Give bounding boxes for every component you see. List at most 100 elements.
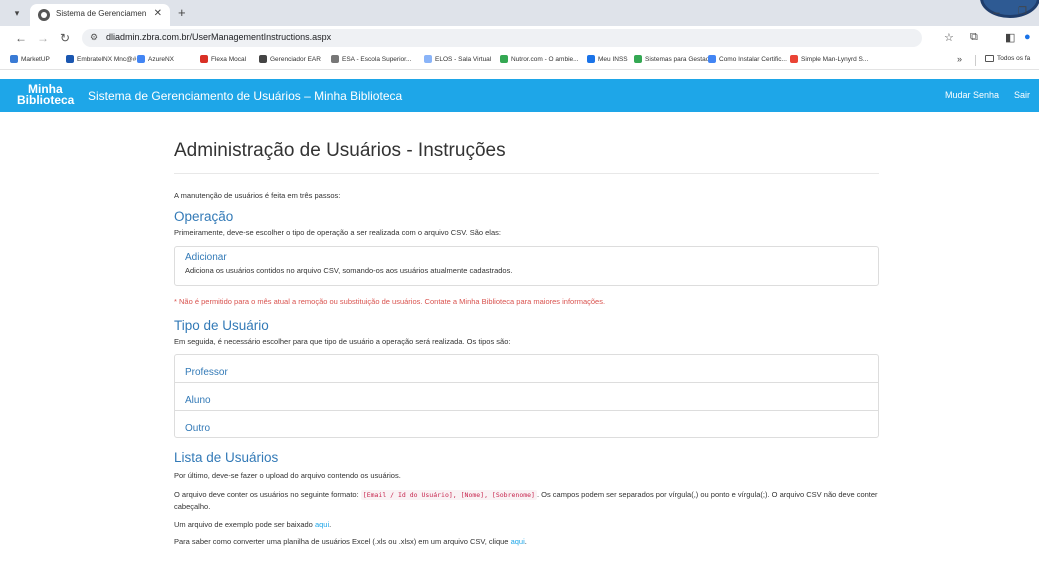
close-tab-icon[interactable]: ✕ xyxy=(154,8,162,19)
bookmark-item[interactable]: MarketUP xyxy=(10,55,50,63)
bookmark-favicon-icon xyxy=(790,55,798,63)
bookmark-label: Simple Man-Lynyrd S... xyxy=(801,55,869,63)
user-type-item-aluno[interactable]: Aluno xyxy=(175,382,878,410)
minha-biblioteca-logo[interactable]: Minha Biblioteca xyxy=(17,83,75,107)
bookmark-star-icon[interactable]: ☆ xyxy=(944,31,954,44)
restore-window-icon[interactable]: ❐ xyxy=(1018,6,1027,17)
address-bar[interactable]: ⚙ dliadmin.zbra.com.br/UserManagementIns… xyxy=(82,29,922,47)
browser-toolbar: ← → ↻ ⚙ dliadmin.zbra.com.br/UserManagem… xyxy=(0,26,1039,50)
bookmark-favicon-icon xyxy=(587,55,595,63)
app-title: Sistema de Gerenciamento de Usuários – M… xyxy=(88,89,403,103)
bookmark-label: ESA - Escola Superior... xyxy=(342,55,412,63)
convert-excel-link[interactable]: aqui xyxy=(511,537,525,546)
bookmark-favicon-icon xyxy=(500,55,508,63)
user-type-item-professor[interactable]: Professor xyxy=(175,355,878,382)
bookmark-item[interactable]: Sistemas para Gestao... xyxy=(634,55,715,63)
bookmark-label: EmbratelNX Mnc@# xyxy=(77,55,137,63)
bookmark-label: ELOS - Sala Virtual xyxy=(435,55,492,63)
logout-link[interactable]: Sair xyxy=(1014,90,1030,100)
example-text-before: Um arquivo de exemplo pode ser baixado xyxy=(174,520,313,529)
bookmark-favicon-icon xyxy=(10,55,18,63)
site-favicon-icon xyxy=(38,9,50,21)
new-tab-icon[interactable]: + xyxy=(178,5,186,20)
bookmark-item[interactable]: Como Instalar Certific... xyxy=(708,55,787,63)
minimize-window-icon[interactable]: – xyxy=(993,5,1000,19)
bookmark-item[interactable]: EmbratelNX Mnc@# xyxy=(66,55,136,63)
url-text[interactable]: dliadmin.zbra.com.br/UserManagementInstr… xyxy=(106,32,331,42)
bookmark-label: AzureNX xyxy=(148,55,175,63)
operation-heading: Operação xyxy=(174,209,234,224)
bookmarks-bar: MarketUP EmbratelNX Mnc@# AzureNX Flexa Moc… xyxy=(0,50,1039,70)
user-type-list: Professor Aluno Outro xyxy=(174,354,879,438)
emblem-logo-icon xyxy=(980,0,1039,18)
intro-text: A manutenção de usuários é feita em três… xyxy=(174,191,341,200)
bookmark-label: Sistemas para Gestao... xyxy=(645,55,715,63)
folder-icon xyxy=(985,55,994,62)
bookmark-item[interactable]: Flexa Mocal xyxy=(200,55,246,63)
bookmark-favicon-icon xyxy=(331,55,339,63)
bookmark-label: MarketUP xyxy=(21,55,50,63)
user-type-label: Professor xyxy=(185,367,228,378)
main-content: Administração de Usuários - Instruções A… xyxy=(174,140,879,547)
bookmark-favicon-icon xyxy=(200,55,208,63)
convert-excel-text: Para saber como converter uma planilha d… xyxy=(174,536,879,547)
user-type-label: Outro xyxy=(185,423,211,434)
operation-item-title: Adicionar xyxy=(185,252,227,263)
folder-label: Todos os fa xyxy=(997,55,1031,62)
change-password-link[interactable]: Mudar Senha xyxy=(945,90,999,100)
side-panel-icon[interactable]: ◧ xyxy=(1005,31,1015,44)
bookmark-item[interactable]: Meu INSS xyxy=(587,55,628,63)
bookmark-label: Gerenciador EAR xyxy=(270,55,321,63)
tab-title: Sistema de Gerenciamento de Usu xyxy=(56,9,146,18)
more-bookmarks-icon[interactable]: » xyxy=(957,54,962,64)
bookmark-item[interactable]: Nutror.com - O ambie... xyxy=(500,55,579,63)
user-type-description: Em seguida, é necessário escolher para q… xyxy=(174,337,511,346)
example-text-after: . xyxy=(329,520,332,529)
bookmark-item[interactable]: ESA - Escola Superior... xyxy=(331,55,411,63)
browser-tab-strip: ▾ Sistema de Gerenciamento de Usu ✕ + – … xyxy=(0,0,1039,26)
browser-tab[interactable]: Sistema de Gerenciamento de Usu ✕ xyxy=(30,4,170,26)
bookmark-label: Nutror.com - O ambie... xyxy=(511,55,579,63)
bookmark-item[interactable]: Gerenciador EAR xyxy=(259,55,321,63)
user-list-upload-text: Por último, deve-se fazer o upload do ar… xyxy=(174,471,401,480)
convert-text-after: . xyxy=(524,537,527,546)
app-header: Minha Biblioteca Sistema de Gerenciament… xyxy=(0,79,1039,112)
bookmarks-divider xyxy=(975,55,976,66)
logo-line-2: Biblioteca xyxy=(17,93,75,107)
bookmark-label: Flexa Mocal xyxy=(211,55,247,63)
user-type-item-outro[interactable]: Outro xyxy=(175,410,878,437)
bookmark-favicon-icon xyxy=(424,55,432,63)
format-text-before: O arquivo deve conter os usuários no seg… xyxy=(174,490,359,499)
operation-item-text: Adiciona os usuários contidos no arquivo… xyxy=(185,266,513,275)
example-file-text: Um arquivo de exemplo pode ser baixado a… xyxy=(174,519,879,530)
profile-avatar-icon[interactable]: ● xyxy=(1024,31,1031,43)
site-info-icon[interactable]: ⚙ xyxy=(90,32,98,43)
user-list-heading: Lista de Usuários xyxy=(174,450,279,465)
bookmark-label: Meu INSS xyxy=(598,55,628,63)
user-type-heading: Tipo de Usuário xyxy=(174,318,269,333)
user-list-format-text: O arquivo deve conter os usuários no seg… xyxy=(174,489,879,512)
forward-arrow-icon[interactable]: → xyxy=(36,31,50,45)
extensions-puzzle-icon[interactable]: ⧉ xyxy=(970,31,978,44)
bookmark-favicon-icon xyxy=(708,55,716,63)
bookmark-favicon-icon xyxy=(66,55,74,63)
convert-text-before: Para saber como converter uma planilha d… xyxy=(174,537,509,546)
reload-icon[interactable]: ↻ xyxy=(58,31,72,45)
tab-search-icon[interactable]: ▾ xyxy=(10,6,24,20)
operation-list: Adicionar Adiciona os usuários contidos … xyxy=(174,246,879,286)
example-file-link[interactable]: aqui xyxy=(315,520,329,529)
user-type-label: Aluno xyxy=(185,395,211,406)
bookmark-item[interactable]: ELOS - Sala Virtual xyxy=(424,55,491,63)
all-bookmarks-folder[interactable]: Todos os fa xyxy=(985,55,1030,62)
bookmark-label: Como Instalar Certific... xyxy=(719,55,787,63)
bookmark-item[interactable]: Simple Man-Lynyrd S... xyxy=(790,55,868,63)
bookmark-favicon-icon xyxy=(634,55,642,63)
operation-item-adicionar[interactable]: Adicionar Adiciona os usuários contidos … xyxy=(175,247,878,276)
bookmark-favicon-icon xyxy=(137,55,145,63)
bookmark-item[interactable]: AzureNX xyxy=(137,55,174,63)
back-arrow-icon[interactable]: ← xyxy=(14,31,28,45)
operation-warning: * Não é permitido para o mês atual a rem… xyxy=(174,297,606,306)
operation-description: Primeiramente, deve-se escolher o tipo d… xyxy=(174,228,501,237)
page-title: Administração de Usuários - Instruções xyxy=(174,140,879,174)
bookmark-favicon-icon xyxy=(259,55,267,63)
